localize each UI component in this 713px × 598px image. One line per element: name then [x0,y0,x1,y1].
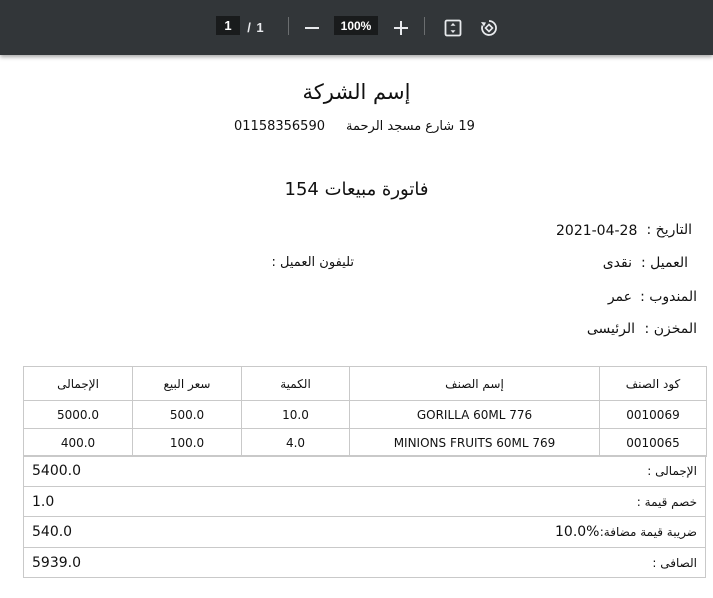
company-address: 19 شارع مسجد الرحمة [346,119,475,134]
totals-section: الإجمالى : 5400.0 خصم قيمة : 1.0 ضريبة ق… [23,455,706,578]
table-header-row: الإجمالى سعر البيع الكمية إسم الصنف كود … [23,366,707,401]
vat-percent: 10.0% [555,524,600,540]
item-name: GORILLA 60ML 776 [349,400,600,429]
vat-row: ضريبة قيمة مضافة: 10.0% 540.0 [24,516,705,547]
customer-value: نقدى [602,255,632,271]
zoom-in-icon [394,20,408,35]
rep-value: عمر [607,289,632,305]
rotate-button[interactable] [477,0,501,55]
date-value: 2021-04-28 [556,223,638,239]
table-row: 5000.0 500.0 10.0 GORILLA 60ML 776 00100… [23,400,707,429]
zoom-level-input[interactable]: 100% [334,16,378,35]
item-total: 400.0 [23,428,133,457]
pdf-toolbar: 1 / 1 100% [0,0,713,55]
item-price: 100.0 [132,428,242,457]
store-value: الرئيسى [586,321,635,337]
item-code: 0010065 [599,428,707,457]
item-code: 0010069 [599,400,707,429]
store-label: المخزن : [644,321,697,337]
discount-value: 1.0 [32,493,55,510]
customer-label: العميل : [641,255,688,271]
total-row: الإجمالى : 5400.0 [24,455,705,486]
net-value: 5939.0 [32,554,81,571]
vat-label: ضريبة قيمة مضافة: [599,525,697,539]
discount-row: خصم قيمة : 1.0 [24,485,705,517]
col-code-header: كود الصنف [599,366,707,401]
fit-page-button[interactable] [441,0,465,55]
rep-label: المندوب : [640,289,697,305]
col-name-header: إسم الصنف [349,366,600,401]
net-label: الصافى : [652,555,697,570]
total-pages: 1 [256,20,264,35]
discount-label: خصم قيمة : [636,494,697,509]
vat-value: 540.0 [32,524,73,540]
col-total-header: الإجمالى [23,366,133,401]
items-table: الإجمالى سعر البيع الكمية إسم الصنف كود … [23,366,707,457]
zoom-out-button[interactable] [300,0,324,55]
item-qty: 4.0 [241,428,350,457]
date-label: التاريخ : [646,222,692,238]
total-value: 5400.0 [32,463,81,479]
invoice-title: فاتورة مبيعات 154 [284,179,429,200]
toolbar-divider [424,17,425,35]
zoom-out-icon [305,26,319,29]
rotate-icon [481,19,497,36]
customer-phone-label: تليفون العميل : [271,255,354,270]
item-qty: 10.0 [241,400,350,429]
company-phone: 01158356590 [234,119,325,134]
zoom-in-button[interactable] [389,0,413,55]
item-total: 5000.0 [23,400,133,429]
fit-page-icon [444,19,462,36]
table-row: 400.0 100.0 4.0 MINIONS FRUITS 60ML 769 … [23,428,707,457]
toolbar-divider [288,17,289,35]
company-name: إسم الشركة [302,80,411,104]
col-qty-header: الكمية [241,366,350,401]
item-price: 500.0 [132,400,242,429]
col-price-header: سعر البيع [132,366,242,401]
invoice-page: إسم الشركة 19 شارع مسجد الرحمة 011583565… [0,55,713,598]
item-name: MINIONS FRUITS 60ML 769 [349,428,600,457]
page-number-input[interactable]: 1 [216,16,240,35]
net-row: الصافى : 5939.0 [24,546,705,578]
page-separator: / [247,20,251,35]
total-label: الإجمالى : [647,464,697,478]
